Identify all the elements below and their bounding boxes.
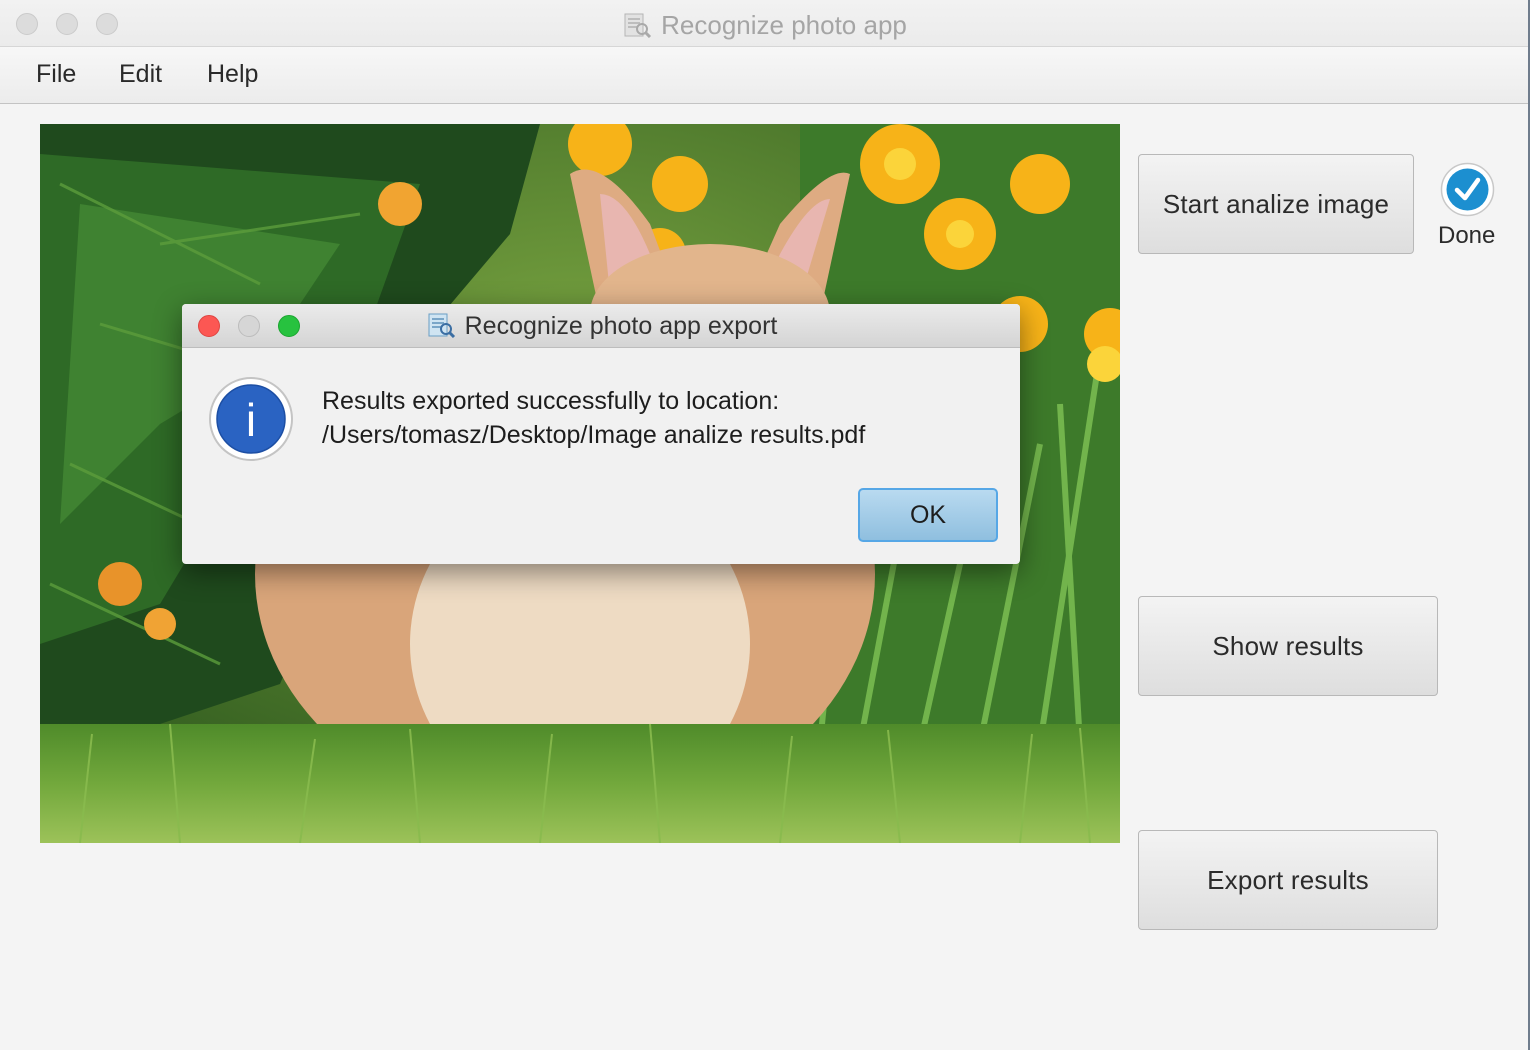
window-title-area: Recognize photo app: [0, 10, 1528, 45]
export-dialog: Recognize photo app export i Results exp…: [182, 304, 1020, 564]
menu-file[interactable]: File: [36, 60, 76, 89]
export-results-button[interactable]: Export results: [1138, 830, 1438, 930]
main-window: Recognize photo app File Edit Help Start…: [0, 0, 1530, 1050]
dialog-title: Recognize photo app export: [464, 312, 778, 340]
show-results-button[interactable]: Show results: [1138, 596, 1438, 696]
start-analyze-button[interactable]: Start analize image: [1138, 154, 1414, 254]
dialog-title-area: Recognize photo app export: [182, 312, 1020, 345]
dialog-message-path: /Users/tomasz/Desktop/Image analize resu…: [322, 421, 866, 449]
dialog-message-line1: Results exported successfully to locatio…: [322, 387, 780, 415]
menu-bar: File Edit Help: [0, 47, 1528, 104]
checkmark-icon: [1440, 162, 1495, 217]
info-icon: i: [209, 377, 293, 461]
dialog-titlebar: Recognize photo app export: [182, 304, 1020, 348]
window-title: Recognize photo app: [661, 10, 907, 40]
app-icon: [621, 12, 653, 45]
menu-help[interactable]: Help: [207, 60, 258, 89]
menu-edit[interactable]: Edit: [119, 60, 162, 89]
dialog-app-icon: [425, 312, 457, 345]
dialog-message: Results exported successfully to locatio…: [322, 384, 865, 452]
svg-text:i: i: [246, 394, 256, 446]
status-done-label: Done: [1438, 222, 1496, 249]
ok-button[interactable]: OK: [858, 488, 998, 542]
window-titlebar: Recognize photo app: [0, 0, 1528, 47]
